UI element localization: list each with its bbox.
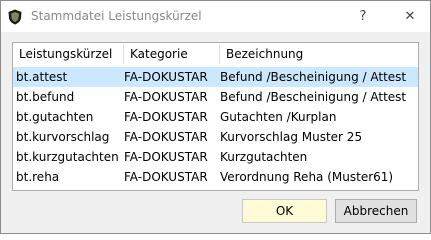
close-icon: ✕ xyxy=(404,9,416,24)
title-bar[interactable]: Stammdatei Leistungskürzel ? ✕ xyxy=(1,1,430,32)
cell-bezeichnung: Kurvorschlag Muster 25 xyxy=(220,130,363,144)
cell-bezeichnung: Befund /Bescheinigung / Attest xyxy=(220,70,407,84)
table-row[interactable]: bt.attest FA-DOKUSTAR Befund /Bescheinig… xyxy=(13,67,418,87)
cell-bezeichnung: Befund /Bescheinigung / Attest xyxy=(220,90,407,104)
table-row[interactable]: bt.kurvorschlag FA-DOKUSTAR Kurvorschlag… xyxy=(13,127,418,147)
cell-leistungskuerzel: bt.reha xyxy=(16,170,60,184)
cell-leistungskuerzel: bt.attest xyxy=(16,70,68,84)
cell-leistungskuerzel: bt.befund xyxy=(16,90,75,104)
column-header-kategorie[interactable]: Kategorie xyxy=(124,43,219,65)
cell-kategorie: FA-DOKUSTAR xyxy=(124,90,208,104)
table-row[interactable]: bt.kurzgutachten FA-DOKUSTAR Kurzgutacht… xyxy=(13,147,418,167)
window-title: Stammdatei Leistungskürzel xyxy=(31,9,202,23)
shortcode-list[interactable]: Leistungskürzel Kategorie Bezeichnung bt… xyxy=(12,42,419,191)
table-row[interactable]: bt.befund FA-DOKUSTAR Befund /Bescheinig… xyxy=(13,87,418,107)
cell-leistungskuerzel: bt.kurzgutachten xyxy=(16,150,119,164)
cell-kategorie: FA-DOKUSTAR xyxy=(124,150,208,164)
cell-bezeichnung: Gutachten /Kurplan xyxy=(220,110,337,124)
dialog-window: Stammdatei Leistungskürzel ? ✕ Leistungs… xyxy=(0,0,431,234)
shield-icon xyxy=(8,9,22,25)
cell-leistungskuerzel: bt.kurvorschlag xyxy=(16,130,110,144)
column-header-leistungskuerzel[interactable]: Leistungskürzel xyxy=(13,43,123,65)
cell-kategorie: FA-DOKUSTAR xyxy=(124,170,208,184)
cell-kategorie: FA-DOKUSTAR xyxy=(124,130,208,144)
cell-kategorie: FA-DOKUSTAR xyxy=(124,70,208,84)
ok-button[interactable]: OK xyxy=(242,199,327,223)
list-rows: bt.attest FA-DOKUSTAR Befund /Bescheinig… xyxy=(13,67,418,187)
table-row[interactable]: bt.gutachten FA-DOKUSTAR Gutachten /Kurp… xyxy=(13,107,418,127)
column-header-bezeichnung[interactable]: Bezeichnung xyxy=(220,43,418,65)
list-header: Leistungskürzel Kategorie Bezeichnung xyxy=(13,43,418,66)
help-button[interactable]: ? xyxy=(343,1,383,32)
cell-bezeichnung: Kurzgutachten xyxy=(220,150,308,164)
cell-kategorie: FA-DOKUSTAR xyxy=(124,110,208,124)
cancel-button[interactable]: Abbrechen xyxy=(335,199,417,223)
cell-bezeichnung: Verordnung Reha (Muster61) xyxy=(220,170,394,184)
close-button[interactable]: ✕ xyxy=(390,1,430,32)
cell-leistungskuerzel: bt.gutachten xyxy=(16,110,94,124)
table-row[interactable]: bt.reha FA-DOKUSTAR Verordnung Reha (Mus… xyxy=(13,167,418,187)
